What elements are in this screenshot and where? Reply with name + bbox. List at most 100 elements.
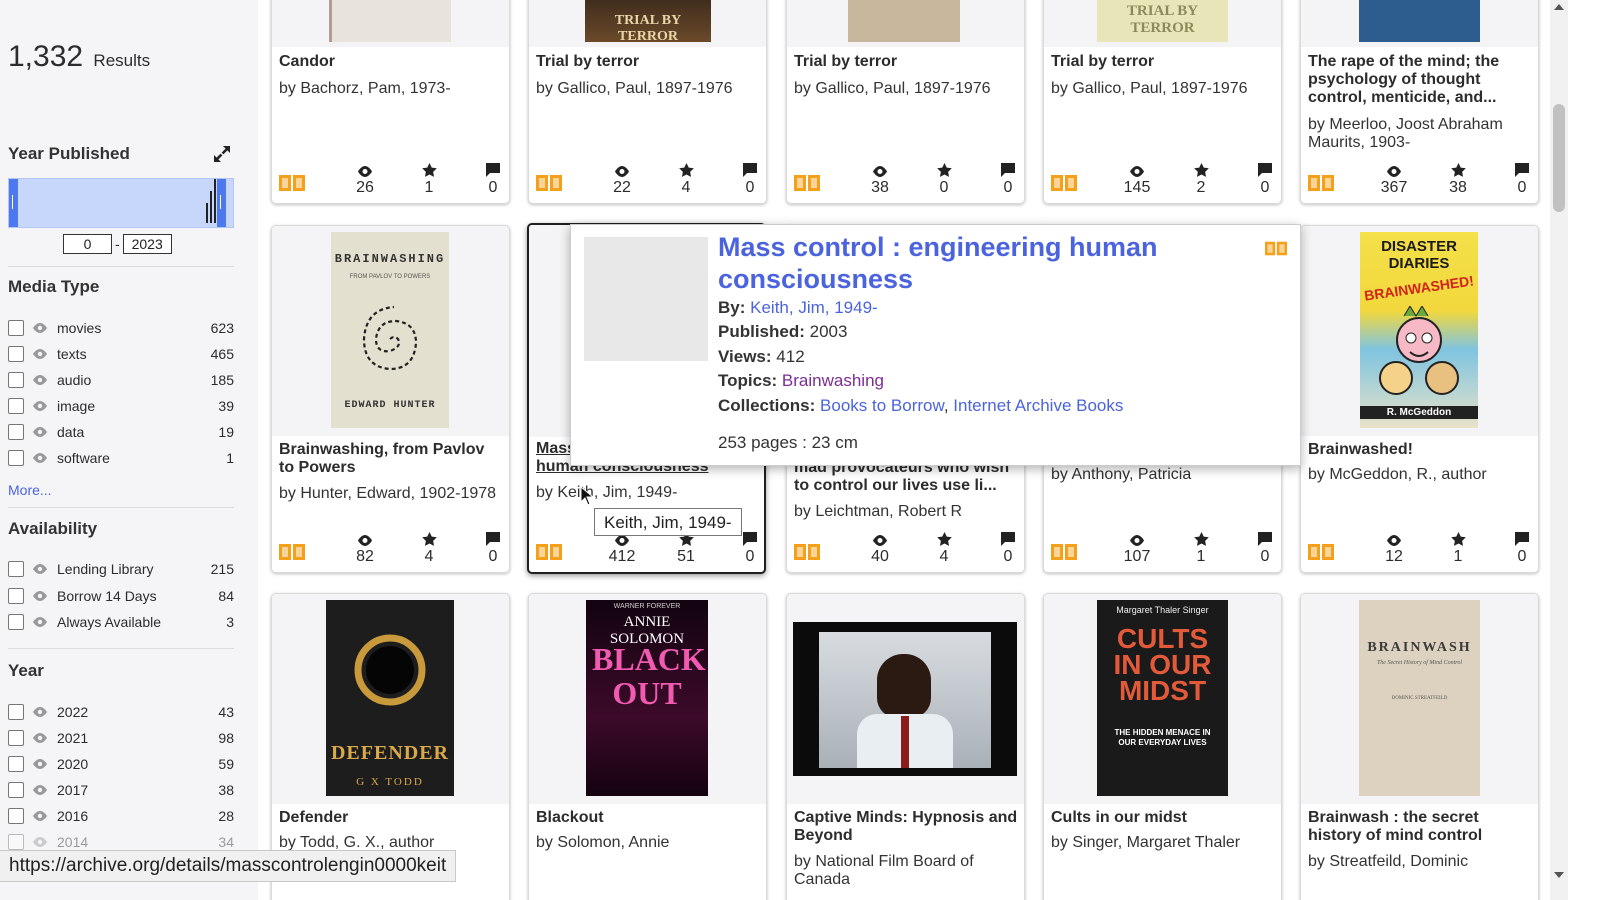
card-title[interactable]: Trial by terror — [536, 53, 760, 71]
eye-icon[interactable] — [32, 785, 48, 795]
facet-label[interactable]: data — [57, 424, 218, 440]
facet-label[interactable]: software — [57, 450, 226, 466]
facet-row-year[interactable]: 2020 59 — [8, 753, 234, 775]
facet-label[interactable]: image — [57, 398, 218, 414]
facet-row-media-type[interactable]: movies 623 — [8, 317, 234, 339]
facet-label[interactable]: 2017 — [57, 782, 218, 798]
year-range-slider[interactable] — [8, 178, 234, 228]
result-card[interactable]: Margaret Thaler Singer CULTS IN OUR MIDS… — [1043, 593, 1282, 900]
facet-checkbox[interactable] — [8, 450, 24, 466]
facet-checkbox[interactable] — [8, 372, 24, 388]
facet-label[interactable]: 2014 — [57, 834, 218, 850]
result-card[interactable]: TRIAL BY TERROR Trial by terror by Galli… — [528, 0, 767, 204]
scroll-down-arrow-icon[interactable] — [1554, 872, 1564, 878]
card-creator[interactable]: by Meerloo, Joost Abraham Maurits, 1903- — [1308, 116, 1532, 152]
facet-label[interactable]: audio — [57, 372, 211, 388]
result-card[interactable]: BRAINWASH The Secret History of Mind Con… — [1300, 593, 1539, 900]
card-title[interactable]: Captive Minds: Hypnosis and Beyond — [794, 809, 1018, 845]
facet-row-media-type[interactable]: texts 465 — [8, 343, 234, 365]
card-title[interactable]: Brainwashing, from Pavlov to Powers — [279, 441, 503, 477]
card-title[interactable]: Brainwash : the secret history of mind c… — [1308, 809, 1532, 845]
card-creator[interactable]: by Anthony, Patricia — [1051, 466, 1275, 484]
card-title[interactable]: Trial by terror — [1051, 53, 1275, 71]
facet-checkbox[interactable] — [8, 834, 24, 850]
eye-icon[interactable] — [32, 811, 48, 821]
result-card[interactable]: TRIAL BY TERROR Trial by terror by Galli… — [1043, 0, 1282, 204]
range-max-handle[interactable] — [217, 179, 226, 227]
popup-creator-link[interactable]: Keith, Jim, 1949- — [750, 298, 878, 317]
facet-checkbox[interactable] — [8, 614, 24, 630]
popup-title[interactable]: Mass control : engineering human conscio… — [718, 231, 1238, 295]
facet-checkbox[interactable] — [8, 320, 24, 336]
card-creator[interactable]: by McGeddon, R., author — [1308, 466, 1532, 484]
facet-label[interactable]: 2021 — [57, 730, 218, 746]
year-max-input[interactable] — [122, 234, 172, 254]
facet-checkbox[interactable] — [8, 756, 24, 772]
card-title[interactable]: Candor — [279, 53, 503, 71]
eye-icon[interactable] — [32, 323, 48, 333]
eye-icon[interactable] — [32, 564, 48, 574]
expand-histogram-icon[interactable] — [212, 144, 232, 164]
eye-icon[interactable] — [32, 349, 48, 359]
facet-label[interactable]: movies — [57, 320, 211, 336]
facet-row-year[interactable]: 2022 43 — [8, 701, 234, 723]
facet-row-media-type[interactable]: data 19 — [8, 421, 234, 443]
facet-label[interactable]: 2016 — [57, 808, 218, 824]
popup-collection-link[interactable]: Books to Borrow — [820, 396, 944, 415]
facet-label[interactable]: 2022 — [57, 704, 218, 720]
facet-checkbox[interactable] — [8, 808, 24, 824]
eye-icon[interactable] — [32, 617, 48, 627]
facet-row-year[interactable]: 2017 38 — [8, 779, 234, 801]
result-card[interactable]: WARNER FOREVER ANNIE SOLOMON BLACK OUT B… — [528, 593, 767, 900]
card-creator[interactable]: by Gallico, Paul, 1897-1976 — [1051, 80, 1275, 98]
eye-icon[interactable] — [32, 837, 48, 847]
card-creator[interactable]: by Streatfeild, Dominic — [1308, 853, 1532, 871]
eye-icon[interactable] — [32, 733, 48, 743]
facet-row-media-type[interactable]: audio 185 — [8, 369, 234, 391]
card-creator[interactable]: by Bachorz, Pam, 1973- — [279, 80, 503, 98]
card-creator[interactable]: by Gallico, Paul, 1897-1976 — [794, 80, 1018, 98]
facet-checkbox[interactable] — [8, 704, 24, 720]
facet-label[interactable]: Always Available — [57, 614, 226, 630]
facet-checkbox[interactable] — [8, 346, 24, 362]
card-creator[interactable]: by Singer, Margaret Thaler — [1051, 834, 1275, 852]
facet-label[interactable]: texts — [57, 346, 211, 362]
page-scrollbar[interactable] — [1550, 0, 1568, 900]
eye-icon[interactable] — [32, 427, 48, 437]
facet-row-availability[interactable]: Always Available 3 — [8, 611, 234, 633]
card-creator[interactable]: by Leichtman, Robert R — [794, 503, 1018, 521]
eye-icon[interactable] — [32, 590, 48, 601]
facet-checkbox[interactable] — [8, 782, 24, 798]
media-type-more-link[interactable]: More... — [8, 482, 52, 498]
range-min-handle[interactable] — [9, 179, 18, 227]
facet-label[interactable]: Lending Library — [57, 561, 211, 577]
card-creator[interactable]: by National Film Board of Canada — [794, 853, 1018, 889]
facet-row-availability[interactable]: Borrow 14 Days 84 — [8, 585, 234, 607]
facet-checkbox[interactable] — [8, 561, 24, 577]
year-min-input[interactable] — [63, 234, 112, 254]
facet-row-media-type[interactable]: image 39 — [8, 395, 234, 417]
facet-checkbox[interactable] — [8, 587, 24, 604]
card-title[interactable]: The rape of the mind; the psychology of … — [1308, 53, 1532, 107]
facet-checkbox[interactable] — [8, 730, 24, 746]
card-title[interactable]: Cults in our midst — [1051, 809, 1275, 827]
popup-topic-link[interactable]: Brainwashing — [782, 371, 884, 390]
result-card[interactable]: The rape of the mind; the psychology of … — [1300, 0, 1539, 204]
facet-row-availability[interactable]: Lending Library 215 — [8, 558, 234, 580]
facet-label[interactable]: 2020 — [57, 756, 218, 772]
card-title[interactable]: Brainwashed! — [1308, 441, 1532, 459]
facet-label[interactable]: Borrow 14 Days — [57, 588, 218, 604]
facet-row-year[interactable]: 2021 98 — [8, 727, 234, 749]
eye-icon[interactable] — [32, 453, 48, 463]
card-creator[interactable]: by Keith, Jim, 1949- — [536, 484, 760, 502]
facet-row-year[interactable]: 2016 28 — [8, 805, 234, 827]
facet-row-media-type[interactable]: software 1 — [8, 447, 234, 469]
eye-icon[interactable] — [32, 375, 48, 385]
result-card[interactable]: BRAINWASHING FROM PAVLOV TO POWERS EDWAR… — [271, 225, 510, 573]
card-title-line-2[interactable]: to control our lives use li... — [794, 477, 997, 494]
card-title[interactable]: Blackout — [536, 809, 760, 827]
scrollbar-thumb[interactable] — [1553, 104, 1565, 212]
facet-checkbox[interactable] — [8, 424, 24, 440]
card-title[interactable]: Trial by terror — [794, 53, 1018, 71]
card-title[interactable]: Defender — [279, 809, 503, 827]
